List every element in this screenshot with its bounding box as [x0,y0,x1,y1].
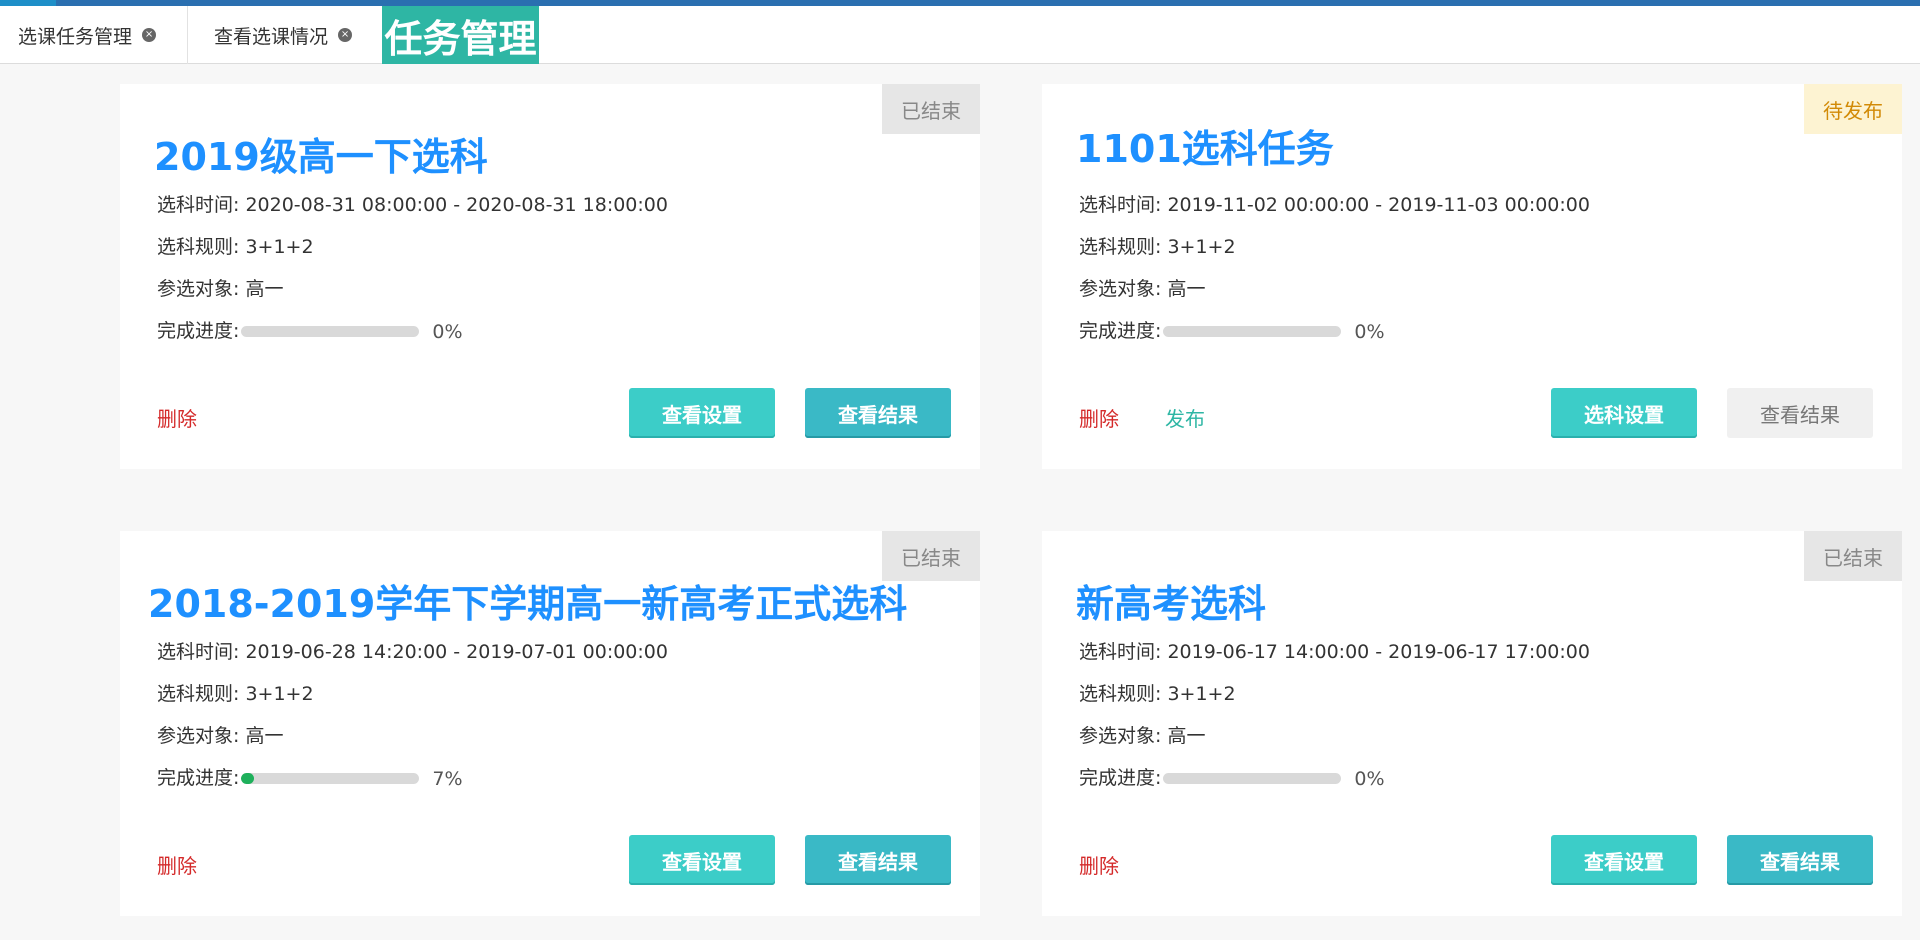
task-card: 待发布 1101选科任务 选科时间: 2019-11-02 00:00:00 -… [1042,84,1902,469]
progress-label: 完成进度: [157,767,240,789]
rule-value: 3+1+2 [1167,683,1236,705]
progress-bar [241,326,420,337]
time-value: 2019-06-28 14:20:00 - 2019-07-01 00:00:0… [245,641,668,663]
view-results-button[interactable]: 查看结果 [1727,388,1873,438]
time-label: 选科时间: [157,194,246,216]
tab-view-course-selection[interactable]: 查看选课情况 × [188,6,382,64]
task-progress: 完成进度: 7% [157,763,463,790]
publish-link[interactable]: 发布 [1165,403,1205,432]
target-value: 高一 [1167,278,1206,300]
time-label: 选科时间: [1079,194,1168,216]
delete-link[interactable]: 删除 [1079,403,1119,432]
task-rule: 选科规则: 3+1+2 [1079,679,1236,706]
task-target: 参选对象: 高一 [157,721,283,748]
time-value: 2019-06-17 14:00:00 - 2019-06-17 17:00:0… [1167,641,1590,663]
target-value: 高一 [245,725,284,747]
rule-label: 选科规则: [157,683,246,705]
target-value: 高一 [1167,725,1206,747]
view-settings-button[interactable]: 查看设置 [1551,835,1697,885]
view-settings-button[interactable]: 查看设置 [629,835,775,885]
task-progress: 完成进度: 0% [1079,763,1385,790]
close-icon[interactable]: × [142,28,157,42]
delete-link[interactable]: 删除 [1079,850,1119,879]
selection-settings-button[interactable]: 选科设置 [1551,388,1697,438]
task-card: 已结束 2018-2019学年下学期高一新高考正式选科 选科时间: 2019-0… [120,531,980,916]
progress-percent: 0% [432,320,463,343]
target-label: 参选对象: [157,278,246,300]
view-results-button[interactable]: 查看结果 [1727,835,1873,885]
progress-bar [241,773,420,784]
rule-value: 3+1+2 [245,683,314,705]
task-rule: 选科规则: 3+1+2 [157,679,314,706]
status-badge: 已结束 [882,84,980,134]
task-target: 参选对象: 高一 [1079,721,1205,748]
task-rule: 选科规则: 3+1+2 [1079,232,1236,259]
target-value: 高一 [245,278,284,300]
rule-value: 3+1+2 [1167,236,1236,258]
tab-bar: 选课任务管理 × 查看选课情况 × 任务管理 [0,6,1920,64]
rule-label: 选科规则: [157,236,246,258]
view-settings-button[interactable]: 查看设置 [629,388,775,438]
time-label: 选科时间: [157,641,246,663]
time-value: 2020-08-31 08:00:00 - 2020-08-31 18:00:0… [245,194,668,216]
task-title: 2018-2019学年下学期高一新高考正式选科 [148,582,908,626]
view-results-button[interactable]: 查看结果 [805,835,951,885]
progress-label: 完成进度: [1079,767,1162,789]
progress-percent: 7% [432,767,463,790]
task-target: 参选对象: 高一 [157,274,283,301]
delete-link[interactable]: 删除 [157,850,197,879]
task-title: 2019级高一下选科 [154,135,488,179]
target-label: 参选对象: [1079,278,1168,300]
task-card: 已结束 2019级高一下选科 选科时间: 2020-08-31 08:00:00… [120,84,980,469]
progress-label: 完成进度: [1079,320,1162,342]
rule-label: 选科规则: [1079,683,1168,705]
tab-label: 选课任务管理 [18,25,133,48]
tab-label: 查看选课情况 [214,25,329,48]
progress-label: 完成进度: [157,320,240,342]
task-title: 1101选科任务 [1076,127,1334,171]
time-label: 选科时间: [1079,641,1168,663]
task-time: 选科时间: 2019-06-28 14:20:00 - 2019-07-01 0… [157,637,668,664]
rule-label: 选科规则: [1079,236,1168,258]
task-title: 新高考选科 [1076,582,1267,626]
progress-percent: 0% [1354,767,1385,790]
status-badge: 待发布 [1804,84,1902,134]
time-value: 2019-11-02 00:00:00 - 2019-11-03 00:00:0… [1167,194,1590,216]
task-time: 选科时间: 2020-08-31 08:00:00 - 2020-08-31 1… [157,190,668,217]
target-label: 参选对象: [1079,725,1168,747]
tab-course-task-management[interactable]: 选课任务管理 × [0,6,188,64]
status-badge: 已结束 [1804,531,1902,581]
rule-value: 3+1+2 [245,236,314,258]
task-progress: 完成进度: 0% [157,316,463,343]
tab-task-management[interactable]: 任务管理 [382,6,539,64]
view-results-button[interactable]: 查看结果 [805,388,951,438]
task-rule: 选科规则: 3+1+2 [157,232,314,259]
close-icon[interactable]: × [338,28,353,42]
progress-percent: 0% [1354,320,1385,343]
task-time: 选科时间: 2019-11-02 00:00:00 - 2019-11-03 0… [1079,190,1590,217]
task-target: 参选对象: 高一 [1079,274,1205,301]
progress-bar [1163,773,1342,784]
task-card: 已结束 新高考选科 选科时间: 2019-06-17 14:00:00 - 20… [1042,531,1902,916]
progress-bar [1163,326,1342,337]
delete-link[interactable]: 删除 [157,403,197,432]
task-time: 选科时间: 2019-06-17 14:00:00 - 2019-06-17 1… [1079,637,1590,664]
target-label: 参选对象: [157,725,246,747]
task-progress: 完成进度: 0% [1079,316,1385,343]
progress-fill [241,773,254,784]
